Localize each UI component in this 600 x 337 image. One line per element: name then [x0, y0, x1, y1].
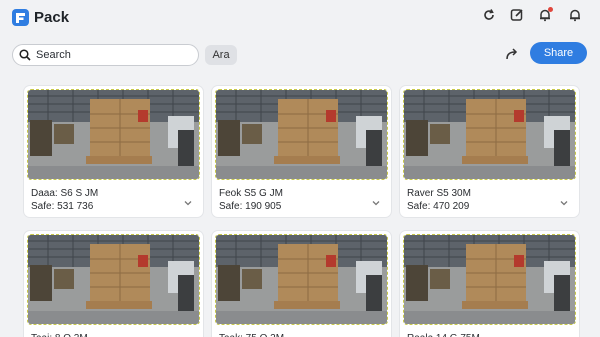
share-button[interactable]: Share [530, 42, 587, 64]
pallet-photo[interactable] [27, 234, 200, 325]
card-detail: Safe: 470 209 [407, 201, 470, 212]
app-logo-icon [12, 9, 29, 26]
app-header: Pack [0, 0, 600, 36]
search-icon [19, 49, 31, 61]
notification-alert-icon[interactable] [536, 6, 554, 24]
pallet-photo[interactable] [27, 89, 200, 180]
card-title: Taai: 8 Q 2M [31, 333, 88, 337]
chevron-down-icon[interactable] [371, 198, 381, 208]
card-title: Feok S5 G JM [219, 188, 283, 199]
pallet-card[interactable]: Daaa: S6 S JM Safe: 531 736 [24, 86, 203, 217]
card-title: Taak: 75 Q 2M [219, 333, 284, 337]
card-title: Raver S5 30M [407, 188, 471, 199]
pallet-photo[interactable] [403, 89, 576, 180]
chevron-down-icon[interactable] [183, 198, 193, 208]
chevron-down-icon[interactable] [559, 198, 569, 208]
pallet-photo[interactable] [403, 234, 576, 325]
card-title: Daaa: S6 S JM [31, 188, 99, 199]
filter-chip[interactable]: Ara [205, 45, 237, 65]
pallet-photo[interactable] [215, 89, 388, 180]
search-input[interactable] [36, 49, 186, 61]
search-bar[interactable] [12, 44, 199, 66]
share-arrow-icon[interactable] [503, 45, 521, 63]
pallet-card[interactable]: Feok S5 G JM Safe: 190 905 [212, 86, 391, 217]
pallet-card[interactable]: Raver S5 30M Safe: 470 209 [400, 86, 579, 217]
pallet-card[interactable]: Raala 14 G 75M [400, 231, 579, 337]
pallet-card[interactable]: Taak: 75 Q 2M [212, 231, 391, 337]
card-title: Raala 14 G 75M [407, 333, 480, 337]
pallet-photo[interactable] [215, 234, 388, 325]
alert-badge [548, 7, 553, 12]
edit-icon[interactable] [508, 6, 526, 24]
card-detail: Safe: 531 736 [31, 201, 94, 212]
bell-icon[interactable] [566, 6, 584, 24]
pallet-card[interactable]: Taai: 8 Q 2M [24, 231, 203, 337]
app-title: Pack [34, 9, 70, 26]
card-detail: Safe: 190 905 [219, 201, 282, 212]
refresh-icon[interactable] [480, 6, 498, 24]
